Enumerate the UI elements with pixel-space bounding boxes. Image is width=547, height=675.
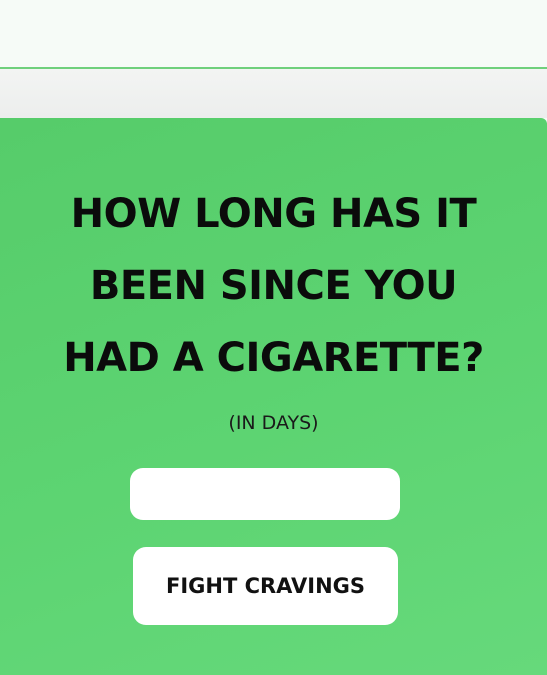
days-input[interactable]	[130, 468, 400, 520]
cravings-card: HOW LONG HAS IT BEEN SINCE YOU HAD A CIG…	[0, 118, 547, 675]
top-header-bar	[0, 0, 547, 69]
units-label: (IN DAYS)	[228, 412, 319, 434]
question-heading: HOW LONG HAS IT BEEN SINCE YOU HAD A CIG…	[0, 178, 547, 394]
question-line-3: HAD A CIGARETTE?	[63, 335, 484, 381]
question-line-1: HOW LONG HAS IT	[70, 191, 477, 237]
section-divider-band	[0, 69, 547, 118]
fight-cravings-button[interactable]: FIGHT CRAVINGS	[133, 547, 398, 625]
question-line-2: BEEN SINCE YOU	[89, 263, 458, 309]
